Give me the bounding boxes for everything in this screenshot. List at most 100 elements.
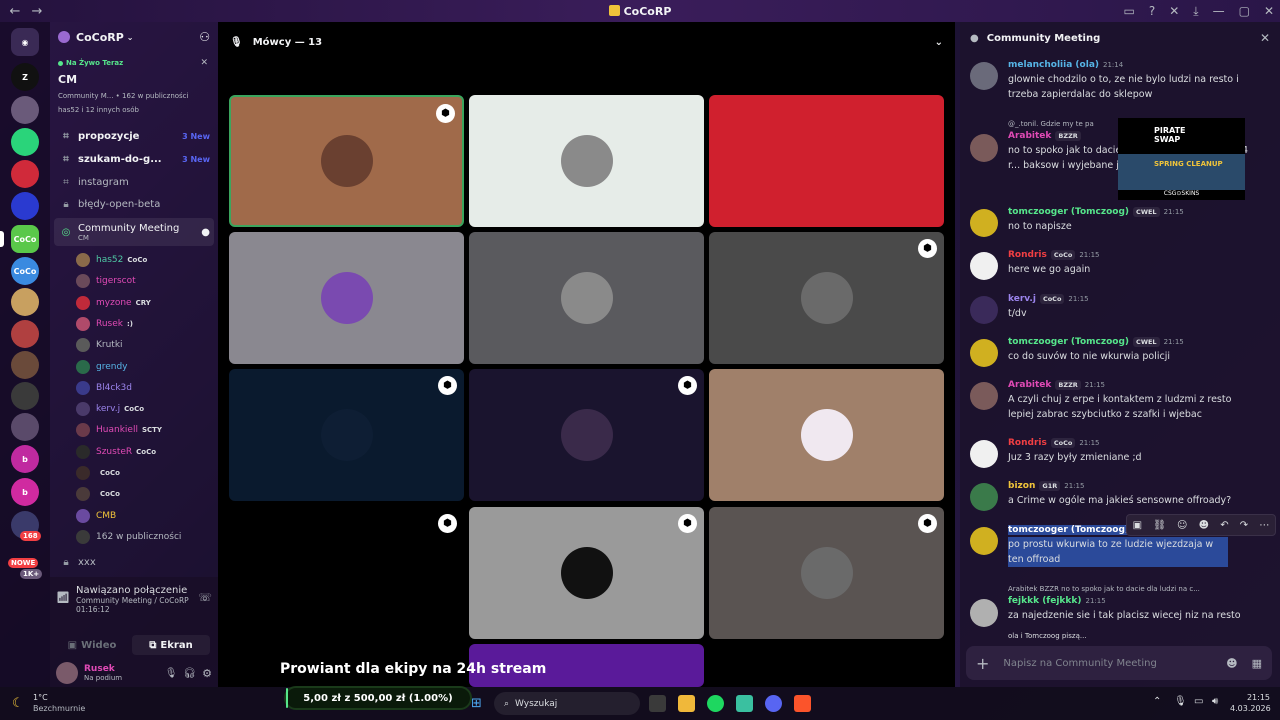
close-window-button[interactable]: ✕ [1264,4,1274,18]
server-icon[interactable] [11,413,39,441]
speaker-tile[interactable] [709,95,944,227]
message-author[interactable]: Arabitek [1008,131,1051,141]
speaker-tile[interactable] [469,232,704,364]
disconnect-icon[interactable]: ☏ [198,591,212,604]
voice-user[interactable]: 162 w publiczności [76,527,214,547]
screen-share-button[interactable]: ⧉ Ekran [132,635,210,655]
channel-xxx[interactable]: 🔒︎ xxx [54,552,214,572]
avatar[interactable] [970,62,998,90]
maximize-button[interactable]: ▢ [1239,4,1250,18]
speaker-tile[interactable]: ⬢ [469,507,704,639]
task-view-icon[interactable] [649,695,666,712]
volume-icon[interactable]: 🔊︎ [1212,696,1218,707]
minimize-button[interactable]: — [1213,4,1225,18]
video-button[interactable]: ▣ Wideo [56,635,128,655]
speaker-tile[interactable]: ⬢ [229,507,464,639]
link-icon[interactable]: ⛓ [1153,520,1166,531]
apps-icon[interactable]: ▦ [1252,657,1262,670]
channel-bledy[interactable]: 🔒︎ błędy-open-beta [54,194,214,214]
message-author[interactable]: Rondris [1008,438,1047,448]
speaker-tile[interactable] [469,95,704,227]
speaker-tile[interactable] [229,232,464,364]
chat-message[interactable]: bizon G1R 21:15 a Crime w ogóle ma jakieś s… [970,481,1260,511]
speaker-tile[interactable]: ⬢ [229,95,464,227]
chat-bubble-icon[interactable]: ● [201,227,210,238]
close-icon[interactable]: ✕ [1260,31,1270,45]
help-icon[interactable]: ? [1149,4,1155,18]
message-author[interactable]: tomczooger (Tomczoog) [1008,337,1129,347]
headphones-icon[interactable]: 🎧︎ [183,668,196,679]
avatar[interactable] [970,134,998,162]
voice-user[interactable]: CMB [76,506,214,526]
chat-message[interactable]: kerv.j CoCo 21:15 t/dv [970,294,1260,324]
avatar[interactable] [970,382,998,410]
server-icon[interactable]: b [11,445,39,473]
guild-header[interactable]: CoCoRP ⌄ ⚇ [50,22,218,52]
more-icon[interactable]: ⋯ [1259,520,1269,531]
message-author[interactable]: melancholiia (ola) [1008,60,1099,70]
speaker-tile[interactable]: ⬢ [709,232,944,364]
add-member-icon[interactable]: ⚇ [199,30,210,44]
channel-szukam[interactable]: ⌗ szukam-do-g... 3 New [54,149,214,169]
speaker-tile[interactable]: ⬢ [229,369,464,501]
microphone-icon[interactable]: 🎙︎ [165,668,178,679]
voice-user[interactable]: Rusek:) [76,314,214,334]
chat-message[interactable]: melancholiia (ola) 21:14 glownie chodzilo … [970,60,1260,102]
server-icon[interactable] [11,351,39,379]
chevron-up-icon[interactable]: ⌃ [1153,696,1161,707]
voice-user[interactable]: Krutki [76,335,214,355]
message-author[interactable]: fejkkk (fejkkk) [1008,596,1081,606]
voice-user[interactable]: CoCo [76,484,214,504]
avatar[interactable] [970,599,998,627]
voice-user[interactable]: CoCo [76,463,214,483]
chat-message[interactable]: tomczooger (Tomczoog) CWEL 21:15 no to napi… [970,207,1260,237]
voice-user[interactable]: grendy [76,357,214,377]
avatar[interactable] [970,339,998,367]
server-icon[interactable]: Z [11,63,39,91]
avatar[interactable] [970,252,998,280]
message-author[interactable]: tomczooger (Tomczoog) [1008,525,1129,535]
cocorp-server-icon[interactable]: CoCo [11,225,39,253]
clock[interactable]: 21:15 4.03.2026 [1230,692,1271,714]
user-panel[interactable]: Rusek Na podium 🎙︎ 🎧︎ ⚙ [56,662,212,684]
avatar[interactable] [970,440,998,468]
message-author[interactable]: Rondris [1008,250,1047,260]
chat-message[interactable]: tomczooger (Tomczoog) CWEL 21:15 co do suvó… [970,337,1260,367]
server-icon[interactable] [11,382,39,410]
windows-start-icon[interactable]: ⊞ [471,696,482,711]
speaker-tile[interactable] [709,369,944,501]
message-author[interactable]: Arabitek [1008,380,1051,390]
server-icon[interactable]: b [11,478,39,506]
chat-message[interactable]: Rondris CoCo 21:15 Juz 3 razy były zmienian… [970,438,1260,468]
voice-user[interactable]: myzone CRY [76,293,214,313]
voice-user[interactable]: Bl4ck3d [76,378,214,398]
avatar[interactable] [970,209,998,237]
download-icon[interactable]: ⤓ [1193,4,1198,19]
voice-user[interactable]: Huankiell SCTY [76,420,214,440]
server-icon[interactable]: CoCo [11,257,39,285]
chat-message[interactable]: Arabitek BZZR 21:15 A czyli chuj z erpe i k… [970,380,1260,422]
server-icon[interactable] [11,320,39,348]
add-reaction-icon[interactable]: ☺ [1177,520,1187,531]
discord-home-icon[interactable]: ◉ [11,28,39,56]
gear-icon[interactable]: ⚙ [202,667,212,680]
voice-user[interactable]: kerv.j CoCo [76,399,214,419]
speaker-tile[interactable]: ⬢ [469,369,704,501]
forward-icon[interactable]: ↷ [1240,520,1248,531]
emoji-icon[interactable]: ☻ [1226,657,1237,670]
chat-message[interactable]: Arabitek BZZR no to spoko jak to dacie d… [970,585,1260,627]
channel-community-meeting[interactable]: ◎ Community Meeting CM ● [54,218,214,246]
message-author[interactable]: kerv.j [1008,294,1036,304]
inbox-icon[interactable]: ▭ [1124,4,1135,18]
spotify-icon[interactable] [707,695,724,712]
message-author[interactable]: tomczooger (Tomczoog) [1008,207,1129,217]
voice-user[interactable]: SzusteR CoCo [76,442,214,462]
voice-channel[interactable]: Community Meeting / CoCoRP [76,596,189,605]
server-icon[interactable] [11,96,39,124]
discord-icon[interactable] [765,695,782,712]
voice-user[interactable]: has52 CoCo [76,250,214,270]
speaker-tile[interactable]: ⬢ [709,507,944,639]
app-icon[interactable]: ▣ [1133,520,1142,531]
close-icon[interactable]: ✕ [200,58,208,68]
microphone-icon[interactable]: 🎙︎ [1174,696,1187,707]
